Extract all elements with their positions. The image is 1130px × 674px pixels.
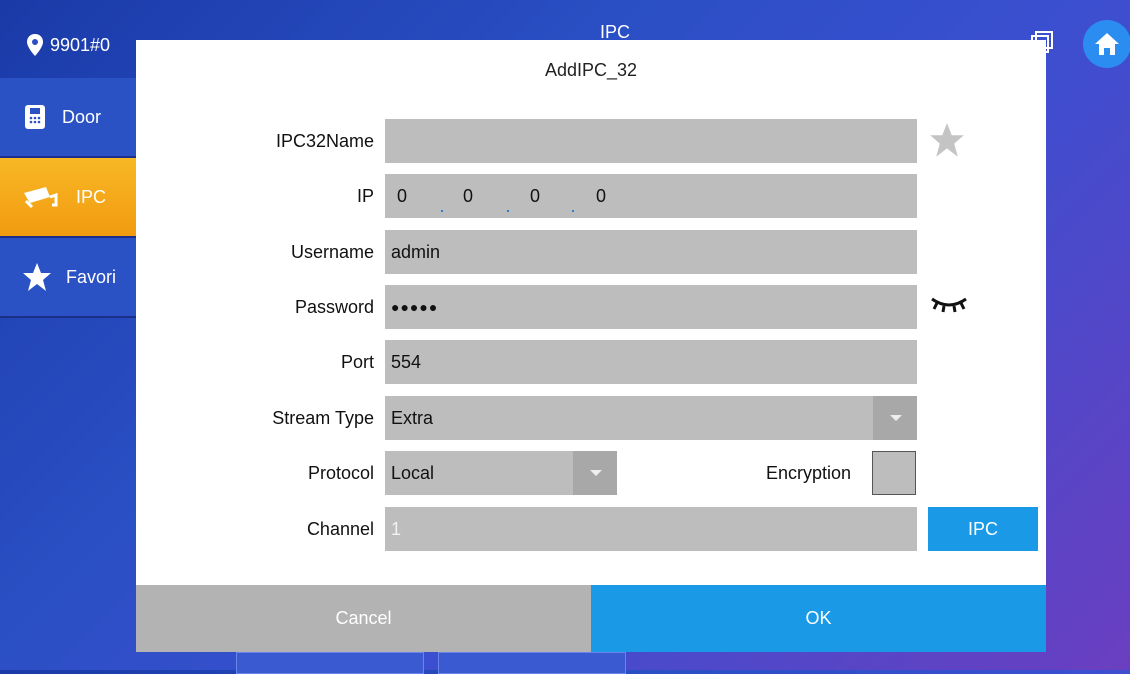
encryption-checkbox[interactable] (872, 451, 916, 495)
name-label: IPC32Name (275, 131, 374, 151)
home-icon (1095, 33, 1119, 55)
ip-row: IP 0 0 0 0 (136, 174, 1046, 218)
channel-label: Channel (306, 519, 374, 539)
sidebar-item-ipc[interactable]: IPC (0, 158, 150, 238)
camera-icon (24, 187, 58, 209)
chevron-down-icon[interactable] (873, 396, 917, 440)
ip-dot (507, 210, 509, 212)
protocol-row: Protocol Local Encryption (136, 451, 1046, 495)
password-input[interactable]: ●●●●● (385, 285, 917, 329)
bottom-tab[interactable] (236, 652, 424, 674)
username-input[interactable]: admin (385, 230, 917, 274)
ip-octet-3[interactable]: 0 (530, 174, 540, 218)
show-password-eye-icon[interactable] (929, 293, 969, 315)
favorite-star-icon[interactable] (929, 122, 965, 158)
ip-octet-1[interactable]: 0 (397, 174, 407, 218)
ip-input[interactable]: 0 0 0 0 (385, 174, 917, 218)
dialog-title: AddIPC_32 (544, 60, 638, 80)
sidebar-item-label: Door (62, 106, 102, 127)
protocol-value: Local (391, 463, 435, 483)
dialog-footer: Cancel OK (136, 585, 1046, 652)
sidebar-item-label: IPC (76, 186, 107, 207)
sidebar: Door IPC Favori (0, 78, 150, 318)
bottom-tab[interactable] (438, 652, 626, 674)
port-row: Port 554 (136, 340, 1046, 384)
location-text: 9901#0 (50, 34, 111, 55)
stream-type-select[interactable]: Extra (385, 396, 917, 440)
location-indicator: 9901#0 (26, 34, 110, 56)
channel-input[interactable]: 1 (385, 507, 917, 551)
ip-octet-2[interactable]: 0 (463, 174, 473, 218)
name-input[interactable] (385, 119, 917, 163)
sidebar-item-door[interactable]: Door (0, 78, 150, 158)
stream-type-label: Stream Type (272, 408, 374, 428)
add-ipc-dialog: AddIPC_32 IPC32Name IP 0 0 0 0 Username … (136, 40, 1046, 652)
ip-dot (441, 210, 443, 212)
port-label: Port (340, 352, 374, 372)
cancel-button[interactable]: Cancel (136, 585, 591, 652)
sidebar-item-favorites[interactable]: Favori (0, 238, 150, 318)
star-icon (23, 263, 51, 291)
location-pin-icon (27, 34, 43, 56)
encryption-label: Encryption (766, 463, 852, 483)
home-button[interactable] (1083, 20, 1130, 68)
stream-type-row: Stream Type Extra (136, 396, 1046, 440)
ip-octet-4[interactable]: 0 (596, 174, 606, 218)
protocol-label: Protocol (307, 463, 374, 483)
password-row: Password ●●●●● (136, 285, 1046, 329)
username-label: Username (290, 242, 374, 262)
sidebar-item-label: Favori (66, 266, 117, 287)
chevron-down-icon[interactable] (573, 451, 617, 495)
username-row: Username admin (136, 230, 1046, 274)
bottom-tabs (236, 652, 626, 674)
channel-row: Channel 1 IPC (136, 507, 1046, 551)
protocol-select[interactable]: Local (385, 451, 617, 495)
door-phone-icon (25, 105, 45, 129)
name-row: IPC32Name (136, 119, 1046, 163)
ip-label: IP (356, 186, 374, 206)
ok-button[interactable]: OK (591, 585, 1046, 652)
ipc-button[interactable]: IPC (928, 507, 1038, 551)
stream-type-value: Extra (391, 408, 434, 428)
password-label: Password (294, 297, 374, 317)
port-input[interactable]: 554 (385, 340, 917, 384)
ip-dot (572, 210, 574, 212)
